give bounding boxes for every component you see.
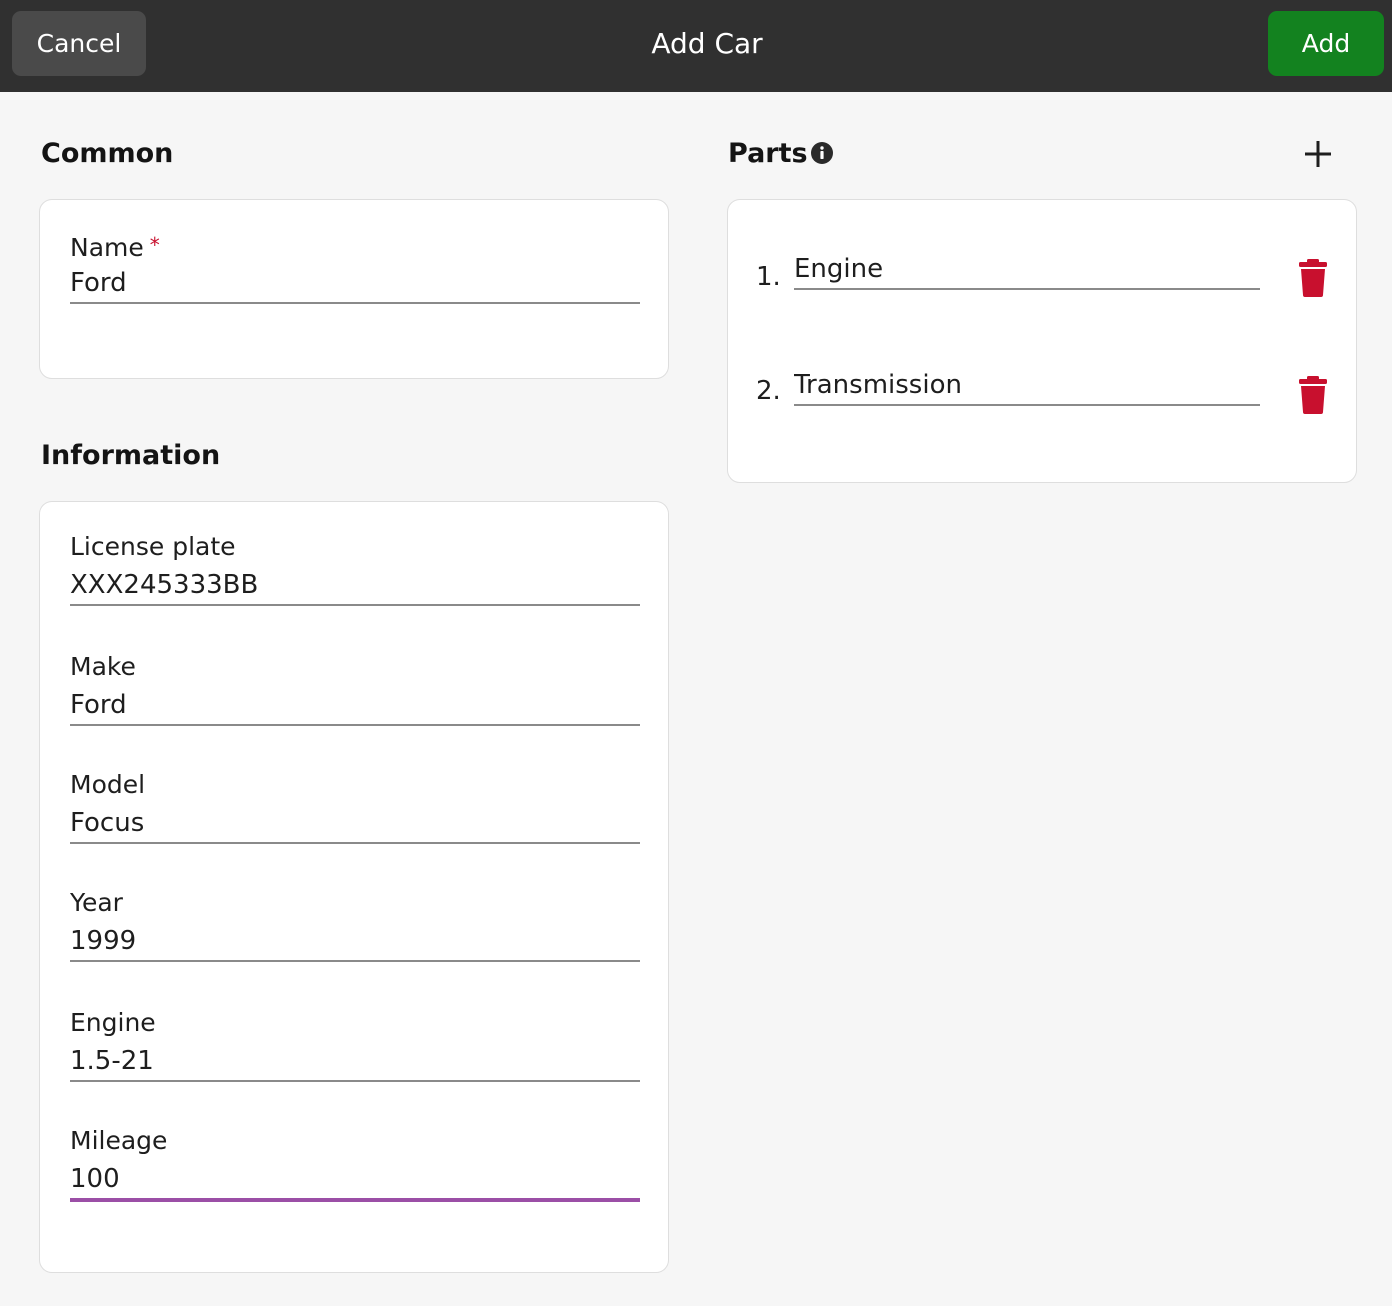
trash-icon[interactable] [1298,259,1328,297]
license-plate-input[interactable] [70,566,640,606]
info-circle-icon[interactable] [810,141,834,165]
model-input[interactable] [70,804,640,844]
information-card: License plate Make Model Year Engine Mil… [39,501,669,1273]
common-card: Name * [39,199,669,379]
trash-icon[interactable] [1298,376,1328,414]
year-label: Year [70,888,123,917]
name-label: Name [70,233,144,262]
name-input[interactable] [70,264,640,304]
part-number: 2. [756,376,781,406]
parts-section-title: Parts [728,138,808,169]
mileage-label: Mileage [70,1126,168,1155]
required-marker: * [149,233,160,257]
mileage-input[interactable] [70,1160,640,1202]
make-input[interactable] [70,686,640,726]
information-section-title: Information [41,440,221,471]
part-input[interactable] [794,250,1260,290]
plus-icon[interactable] [1302,138,1334,170]
common-section-title: Common [41,138,174,169]
part-row: 1. [756,250,1356,316]
part-row: 2. [756,366,1356,436]
top-bar: Cancel Add Car Add [0,0,1392,92]
add-button[interactable]: Add [1268,11,1384,76]
engine-label: Engine [70,1008,156,1037]
make-label: Make [70,652,136,681]
engine-input[interactable] [70,1042,640,1082]
part-input[interactable] [794,366,1260,406]
year-input[interactable] [70,922,640,962]
page-title: Add Car [651,27,763,60]
license-plate-label: License plate [70,532,236,561]
part-number: 1. [756,262,781,292]
parts-card: 1. 2. [727,199,1357,483]
model-label: Model [70,770,146,799]
